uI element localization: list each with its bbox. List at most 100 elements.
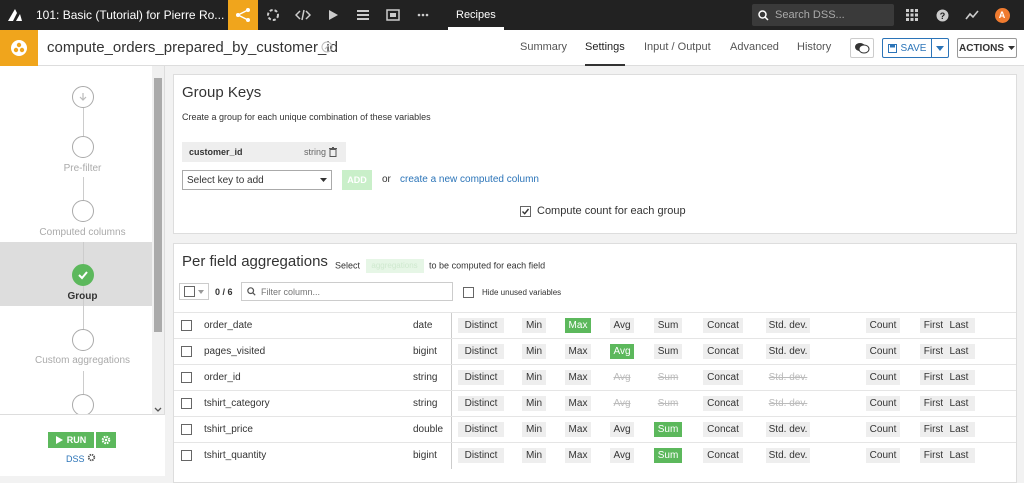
agg-toggle-std-dev[interactable]: Std. dev. <box>766 448 810 463</box>
agg-toggle-concat[interactable]: Concat <box>703 318 743 333</box>
help-icon[interactable]: ? <box>927 0 957 30</box>
dashboard-icon[interactable] <box>378 0 408 30</box>
recipes-menu[interactable]: Recipes <box>448 0 504 30</box>
project-title[interactable]: 101: Basic (Tutorial) for Pierre Ro... <box>30 8 228 22</box>
agg-toggle-sum[interactable]: Sum <box>654 422 682 437</box>
select-all-checkbox[interactable] <box>184 286 195 297</box>
lab-icon[interactable] <box>258 0 288 30</box>
apps-grid-icon[interactable] <box>897 0 927 30</box>
agg-toggle-avg[interactable]: Avg <box>610 344 634 359</box>
field-checkbox[interactable] <box>181 424 192 435</box>
step-computed-columns[interactable] <box>72 200 94 222</box>
agg-toggle-max[interactable]: Max <box>565 396 591 411</box>
step-info[interactable] <box>72 86 94 108</box>
add-key-button[interactable]: ADD <box>342 170 372 190</box>
save-button[interactable]: SAVE <box>882 38 932 58</box>
run-button[interactable]: RUN <box>48 432 94 448</box>
agg-toggle-concat[interactable]: Concat <box>703 422 743 437</box>
step-group[interactable] <box>72 264 94 286</box>
agg-toggle-max[interactable]: Max <box>565 344 591 359</box>
agg-toggle-last[interactable]: Last <box>943 318 975 333</box>
agg-toggle-last[interactable]: Last <box>943 344 975 359</box>
compute-count-checkbox[interactable] <box>520 205 531 217</box>
agg-toggle-min[interactable]: Min <box>522 396 546 411</box>
engine-selector[interactable]: DSS <box>66 453 96 464</box>
dss-logo-icon[interactable] <box>0 0 30 30</box>
actions-button[interactable]: ACTIONS <box>957 38 1017 58</box>
search-input[interactable] <box>775 9 885 21</box>
field-checkbox[interactable] <box>181 320 192 331</box>
agg-toggle-max[interactable]: Max <box>565 318 591 333</box>
field-checkbox[interactable] <box>181 346 192 357</box>
agg-toggle-distinct[interactable]: Distinct <box>458 344 504 359</box>
agg-toggle-count[interactable]: Count <box>866 344 900 359</box>
agg-toggle-std-dev[interactable]: Std. dev. <box>766 422 810 437</box>
agg-toggle-avg[interactable]: Avg <box>610 448 634 463</box>
agg-toggle-avg[interactable]: Avg <box>610 318 634 333</box>
compute-count-option[interactable]: Compute count for each group <box>520 205 686 217</box>
agg-toggle-sum[interactable]: Sum <box>654 448 682 463</box>
field-checkbox[interactable] <box>181 450 192 461</box>
step-output[interactable] <box>72 394 94 414</box>
agg-toggle-max[interactable]: Max <box>565 422 591 437</box>
agg-toggle-last[interactable]: Last <box>943 448 975 463</box>
agg-toggle-distinct[interactable]: Distinct <box>458 448 504 463</box>
step-label-group[interactable]: Group <box>0 291 152 302</box>
tab-input-output[interactable]: Input / Output <box>644 30 711 66</box>
select-all-dropdown[interactable] <box>179 283 209 300</box>
user-avatar[interactable]: A <box>987 0 1017 30</box>
code-icon[interactable] <box>288 0 318 30</box>
step-label-custom-aggregations[interactable]: Custom aggregations <box>0 355 152 366</box>
field-checkbox[interactable] <box>181 372 192 383</box>
agg-toggle-last[interactable]: Last <box>943 396 975 411</box>
steps-scrollbar-thumb[interactable] <box>154 78 162 332</box>
hide-unused-checkbox[interactable] <box>463 287 474 298</box>
agg-toggle-min[interactable]: Min <box>522 370 546 385</box>
agg-toggle-distinct[interactable]: Distinct <box>458 370 504 385</box>
agg-toggle-count[interactable]: Count <box>866 448 900 463</box>
agg-toggle-last[interactable]: Last <box>943 422 975 437</box>
agg-toggle-concat[interactable]: Concat <box>703 344 743 359</box>
agg-toggle-avg[interactable]: Avg <box>610 422 634 437</box>
save-dropdown-button[interactable] <box>931 38 949 58</box>
agg-toggle-min[interactable]: Min <box>522 318 546 333</box>
agg-toggle-count[interactable]: Count <box>866 422 900 437</box>
select-key-dropdown[interactable]: Select key to add <box>182 170 332 190</box>
run-settings-button[interactable] <box>96 432 116 448</box>
agg-toggle-min[interactable]: Min <box>522 344 546 359</box>
more-icon[interactable] <box>408 0 438 30</box>
agg-toggle-distinct[interactable]: Distinct <box>458 396 504 411</box>
agg-toggle-min[interactable]: Min <box>522 448 546 463</box>
agg-toggle-min[interactable]: Min <box>522 422 546 437</box>
agg-toggle-std-dev[interactable]: Std. dev. <box>766 344 810 359</box>
discussions-button[interactable] <box>850 38 874 58</box>
play-icon[interactable] <box>318 0 348 30</box>
agg-toggle-count[interactable]: Count <box>866 396 900 411</box>
filter-column-box[interactable] <box>241 282 453 301</box>
agg-toggle-concat[interactable]: Concat <box>703 396 743 411</box>
agg-toggle-sum[interactable]: Sum <box>654 318 682 333</box>
step-custom-aggregations[interactable] <box>72 329 94 351</box>
agg-toggle-last[interactable]: Last <box>943 370 975 385</box>
global-search[interactable] <box>752 4 894 26</box>
agg-toggle-count[interactable]: Count <box>866 318 900 333</box>
field-checkbox[interactable] <box>181 398 192 409</box>
filter-column-input[interactable] <box>261 286 441 297</box>
datasets-icon[interactable] <box>348 0 378 30</box>
agg-toggle-sum[interactable]: Sum <box>654 344 682 359</box>
tab-settings[interactable]: Settings <box>585 30 625 66</box>
step-label-prefilter[interactable]: Pre-filter <box>0 163 152 174</box>
agg-toggle-distinct[interactable]: Distinct <box>458 422 504 437</box>
tab-summary[interactable]: Summary <box>520 30 567 66</box>
agg-toggle-count[interactable]: Count <box>866 370 900 385</box>
create-computed-column-link[interactable]: create a new computed column <box>400 174 539 185</box>
activity-icon[interactable] <box>957 0 987 30</box>
flow-icon[interactable] <box>228 0 258 30</box>
step-prefilter[interactable] <box>72 136 94 158</box>
trash-icon[interactable] <box>329 147 337 157</box>
agg-toggle-std-dev[interactable]: Std. dev. <box>766 318 810 333</box>
agg-toggle-max[interactable]: Max <box>565 370 591 385</box>
hide-unused-option[interactable]: Hide unused variables <box>463 287 561 298</box>
step-label-computed-columns[interactable]: Computed columns <box>0 227 152 238</box>
edit-name-icon[interactable] <box>321 41 333 56</box>
